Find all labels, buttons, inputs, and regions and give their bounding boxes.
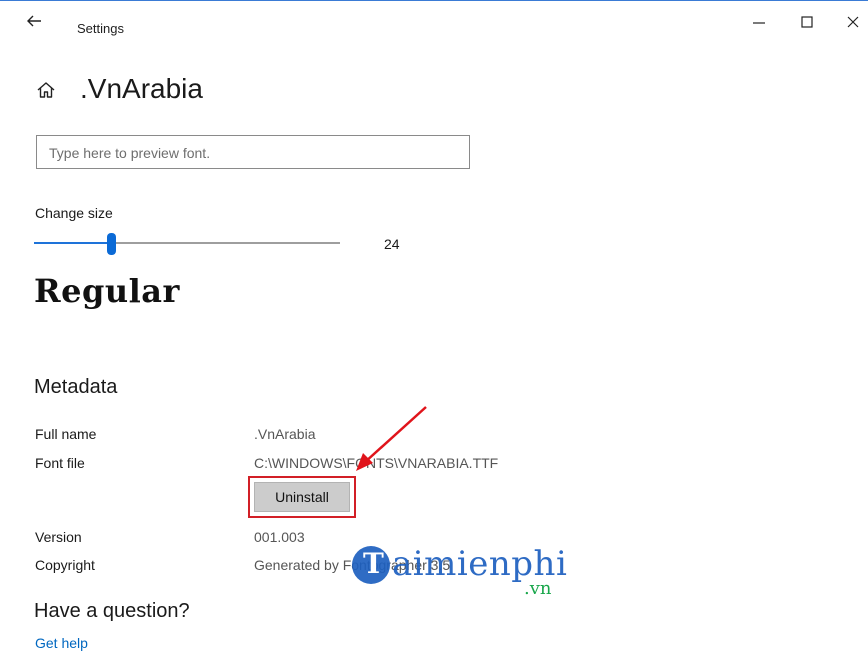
size-slider[interactable] [34,233,344,255]
full-name-label: Full name [35,426,97,442]
help-heading: Have a question? [34,600,190,622]
title-bar: Settings [0,1,868,41]
version-value: 001.003 [254,529,305,545]
slider-fill [34,242,111,244]
uninstall-highlight-box: Uninstall [248,476,356,518]
close-icon[interactable] [841,10,865,34]
size-value: 24 [384,236,400,252]
full-name-value: .VnArabia [254,426,316,442]
watermark-logo: T aimienphi .vn [352,540,567,600]
back-arrow-icon[interactable] [22,9,46,33]
red-arrow-annotation [356,406,427,471]
copyright-label: Copyright [35,557,95,573]
home-icon[interactable] [34,78,58,102]
preview-placeholder: Type here to preview font. [49,145,211,161]
change-size-label: Change size [35,205,113,221]
font-sample-regular: Regular [34,272,180,310]
uninstall-button[interactable]: Uninstall [254,482,350,512]
minimize-icon[interactable] [747,10,771,34]
watermark-tld: .vn [524,578,552,599]
slider-thumb[interactable] [107,233,116,255]
window-title: Settings [77,21,124,36]
font-file-label: Font file [35,455,85,471]
maximize-icon[interactable] [795,10,819,34]
watermark-t-glyph: T [363,547,384,580]
version-label: Version [35,529,82,545]
preview-font-input[interactable]: Type here to preview font. [36,135,470,169]
page-title: .VnArabia [80,73,203,104]
metadata-heading: Metadata [34,376,118,398]
